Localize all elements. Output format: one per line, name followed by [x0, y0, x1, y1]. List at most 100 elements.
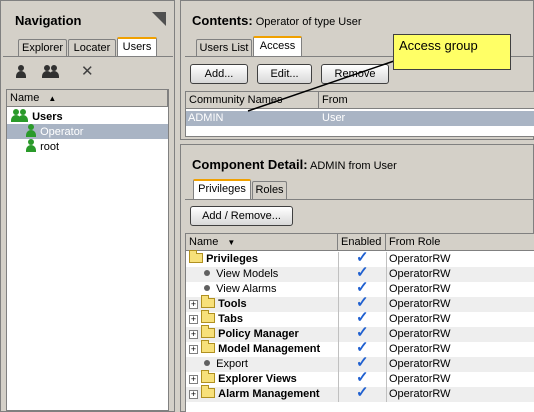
cell-name: Privileges	[189, 250, 259, 267]
detail-subtitle: ADMIN from User	[310, 160, 397, 172]
cell-from: User	[322, 112, 346, 124]
table-row[interactable]: + Alarm Management ✓ OperatorRW	[186, 385, 534, 402]
cell-name: Export	[204, 357, 248, 372]
contents-subtitle: Operator of type User	[255, 16, 362, 28]
enabled-check-icon[interactable]: ✓	[356, 385, 369, 400]
expand-icon[interactable]: +	[189, 315, 198, 324]
cell-name-label: Tabs	[218, 313, 243, 325]
user-icon	[25, 139, 37, 153]
cell-name-label: Alarm Management	[218, 388, 320, 400]
navigation-panel: Navigation Explorer Locater Users ✕ Name…	[0, 0, 175, 412]
column-name[interactable]: Name ▼	[186, 234, 338, 251]
remove-button[interactable]: Remove	[321, 64, 389, 84]
tab-roles[interactable]: Roles	[252, 181, 287, 199]
tree-item-root[interactable]: root	[7, 139, 168, 154]
tree-root-users[interactable]: Users	[7, 109, 168, 124]
column-divider	[338, 357, 339, 372]
column-label: Community Names	[189, 94, 283, 106]
cell-name-label: Policy Manager	[218, 328, 299, 340]
cell-community-name: ADMIN	[188, 112, 224, 124]
bullet-icon	[204, 360, 210, 366]
enabled-check-icon[interactable]: ✓	[356, 280, 369, 295]
tree-header-label: Name	[10, 92, 40, 104]
cell-from-role: OperatorRW	[389, 283, 451, 295]
cell-from-role: OperatorRW	[389, 298, 451, 310]
cell-name: + Tools	[189, 295, 247, 312]
tab-privileges[interactable]: Privileges	[193, 179, 251, 199]
column-from[interactable]: From	[319, 92, 534, 109]
add-button-label: Add...	[204, 68, 234, 80]
column-divider	[386, 387, 387, 402]
folder-icon	[201, 310, 216, 323]
enabled-check-icon[interactable]: ✓	[356, 355, 369, 370]
expand-icon[interactable]: +	[189, 390, 198, 399]
contents-panel: Contents: Operator of type User Users Li…	[180, 0, 534, 140]
column-divider	[386, 267, 387, 282]
callout-box: Access group	[393, 34, 511, 70]
callout-text: Access group	[399, 38, 478, 53]
enabled-check-icon[interactable]: ✓	[356, 265, 369, 280]
tab-locater[interactable]: Locater	[68, 39, 116, 57]
add-user-icon[interactable]	[15, 65, 27, 79]
folder-icon	[201, 340, 216, 353]
cell-from-role: OperatorRW	[389, 343, 451, 355]
tab-privileges-label: Privileges	[198, 183, 246, 195]
cell-name-label: Explorer Views	[218, 373, 297, 385]
cell-from-role: OperatorRW	[389, 253, 451, 265]
user-icon	[25, 124, 37, 138]
tree-item-operator[interactable]: Operator	[7, 124, 168, 139]
column-divider	[386, 282, 387, 297]
tree-root-label: Users	[32, 111, 63, 123]
enabled-check-icon[interactable]: ✓	[356, 250, 369, 265]
collapse-triangle-icon[interactable]	[152, 12, 166, 26]
cell-name-label: Privileges	[206, 253, 259, 265]
tab-users-list[interactable]: Users List	[196, 39, 252, 57]
enabled-check-icon[interactable]: ✓	[356, 310, 369, 325]
tree-header[interactable]: Name ▲	[7, 90, 168, 107]
delete-icon[interactable]: ✕	[81, 62, 94, 80]
tab-users-list-label: Users List	[199, 42, 249, 54]
column-divider	[338, 252, 339, 267]
contents-title-row: Contents: Operator of type User	[192, 13, 362, 28]
add-button[interactable]: Add...	[190, 64, 248, 84]
enabled-check-icon[interactable]: ✓	[356, 295, 369, 310]
cell-name-label: Tools	[218, 298, 247, 310]
detail-title: Component Detail:	[192, 157, 308, 172]
cell-from-role: OperatorRW	[389, 313, 451, 325]
add-group-icon[interactable]	[41, 65, 60, 79]
tab-access[interactable]: Access	[253, 36, 302, 56]
expand-icon[interactable]: +	[189, 330, 198, 339]
column-community-names[interactable]: Community Names	[186, 92, 319, 109]
cell-from-role: OperatorRW	[389, 358, 451, 370]
bullet-icon	[204, 285, 210, 291]
cell-name: + Alarm Management	[189, 385, 320, 402]
column-divider	[386, 252, 387, 267]
access-table: Community Names From ADMIN User	[185, 91, 534, 137]
add-remove-button[interactable]: Add / Remove...	[190, 206, 293, 226]
expand-icon[interactable]: +	[189, 375, 198, 384]
tab-explorer[interactable]: Explorer	[18, 39, 67, 57]
folder-open-icon	[189, 250, 203, 263]
folder-icon	[201, 325, 216, 338]
folder-icon	[201, 385, 216, 398]
column-divider	[338, 267, 339, 282]
column-divider	[386, 312, 387, 327]
bullet-icon	[204, 270, 210, 276]
column-from-role[interactable]: From Role	[386, 234, 534, 251]
enabled-check-icon[interactable]: ✓	[356, 370, 369, 385]
edit-button[interactable]: Edit...	[257, 64, 312, 84]
cell-name: View Models	[204, 267, 278, 282]
enabled-check-icon[interactable]: ✓	[356, 325, 369, 340]
tab-explorer-label: Explorer	[22, 42, 63, 54]
edit-button-label: Edit...	[270, 68, 299, 80]
tab-users[interactable]: Users	[117, 37, 157, 57]
table-row[interactable]: ADMIN User	[186, 111, 534, 126]
contents-title: Contents:	[192, 13, 253, 28]
expand-icon[interactable]: +	[189, 345, 198, 354]
expand-icon[interactable]: +	[189, 300, 198, 309]
column-divider	[338, 282, 339, 297]
folder-icon	[201, 295, 216, 308]
cell-from-role: OperatorRW	[389, 373, 451, 385]
column-divider	[386, 357, 387, 372]
enabled-check-icon[interactable]: ✓	[356, 340, 369, 355]
